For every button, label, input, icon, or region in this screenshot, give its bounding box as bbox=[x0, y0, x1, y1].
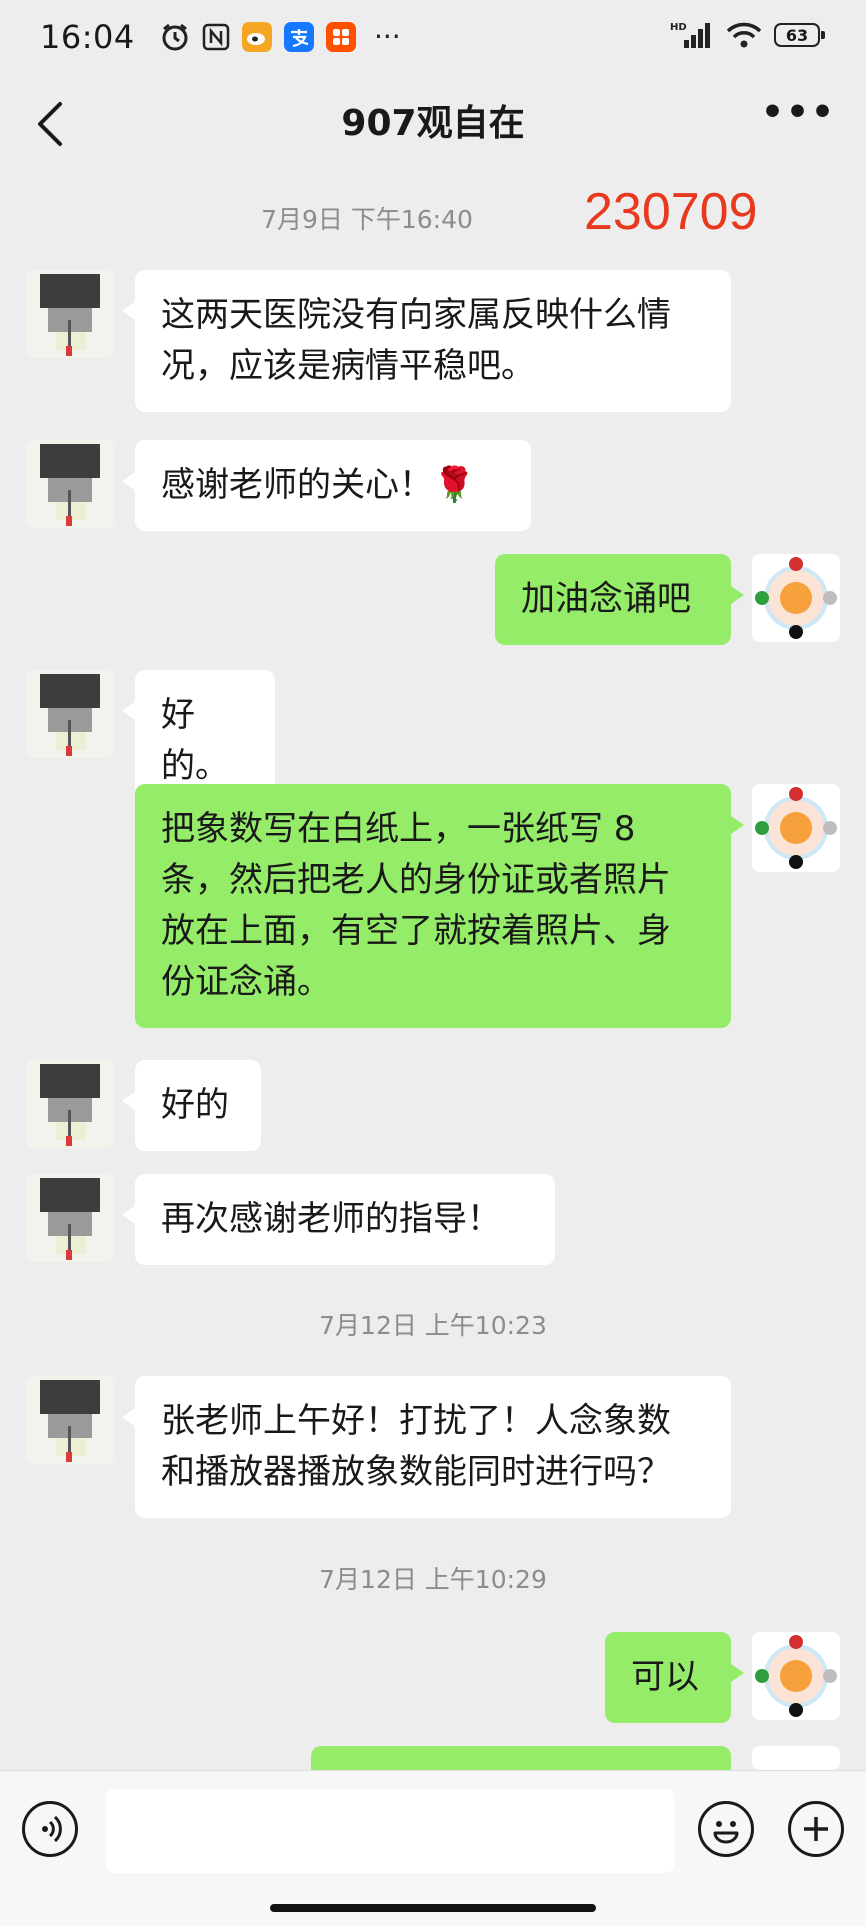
plus-icon[interactable] bbox=[788, 1801, 844, 1857]
contact-avatar[interactable] bbox=[26, 270, 114, 358]
contact-avatar[interactable] bbox=[26, 670, 114, 758]
self-avatar[interactable] bbox=[752, 784, 840, 872]
status-bar: 16:04 ··· HD 63 bbox=[0, 0, 866, 80]
message-line: 份证念诵。 bbox=[161, 962, 331, 1002]
message-text: 好的 bbox=[161, 1085, 229, 1125]
contact-avatar[interactable] bbox=[26, 440, 114, 528]
message-bubble-incoming[interactable]: 再次感谢老师的指导！ bbox=[122, 1174, 555, 1265]
signal-icon: HD bbox=[670, 22, 710, 48]
message-text: 感谢老师的关心！🌹 bbox=[161, 465, 476, 505]
voice-input-icon[interactable] bbox=[22, 1801, 78, 1857]
message-text: 加油念诵吧 bbox=[521, 579, 691, 619]
alipay-icon bbox=[284, 22, 314, 52]
date-stamp: 230709 bbox=[584, 183, 758, 241]
contact-avatar[interactable] bbox=[26, 1060, 114, 1148]
message-bubble-incoming[interactable]: 这两天医院没有向家属反映什么情 况，应该是病情平稳吧。 bbox=[122, 270, 731, 412]
alarm-icon bbox=[162, 23, 188, 51]
message-list[interactable]: 7月9日 下午16:40 230709 这两天医院没有向家属反映什么情 况，应该… bbox=[0, 170, 866, 1806]
more-dots-icon: ··· bbox=[374, 20, 401, 53]
message-line: 把象数写在白纸上，一张纸写 8 bbox=[161, 809, 636, 849]
home-indicator[interactable] bbox=[270, 1904, 596, 1912]
timestamp: 7月12日 上午10:23 bbox=[319, 1311, 547, 1340]
status-time: 16:04 bbox=[40, 18, 135, 56]
chat-title: 907观自在 bbox=[341, 103, 525, 144]
self-avatar[interactable] bbox=[752, 554, 840, 642]
message-bubble-incoming[interactable]: 好的 bbox=[122, 1060, 261, 1151]
message-text: 好的。 bbox=[161, 695, 229, 786]
emoji-icon[interactable] bbox=[698, 1801, 754, 1857]
message-text: 可以 bbox=[631, 1657, 699, 1697]
self-avatar[interactable] bbox=[752, 1632, 840, 1720]
self-avatar[interactable] bbox=[752, 1746, 840, 1770]
contact-avatar[interactable] bbox=[26, 1376, 114, 1464]
message-line: 这两天医院没有向家属反映什么情 bbox=[161, 295, 671, 335]
message-bubble-incoming[interactable]: 感谢老师的关心！🌹 bbox=[122, 440, 531, 531]
chat-header: 907观自在 ••• bbox=[0, 80, 866, 170]
more-options-icon[interactable]: ••• bbox=[761, 92, 836, 133]
message-line: 况，应该是病情平稳吧。 bbox=[161, 346, 535, 386]
message-text: 再次感谢老师的指导！ bbox=[161, 1199, 501, 1239]
message-line: 和播放器播放象数能同时进行吗？ bbox=[161, 1452, 671, 1492]
message-bubble-incoming[interactable]: 张老师上午好！打扰了！人念象数 和播放器播放象数能同时进行吗？ bbox=[122, 1376, 731, 1518]
message-input[interactable] bbox=[106, 1789, 674, 1873]
contact-avatar[interactable] bbox=[26, 1174, 114, 1262]
message-line: 条，然后把老人的身份证或者照片 bbox=[161, 860, 671, 900]
nfc-icon bbox=[202, 23, 230, 51]
message-bubble-outgoing[interactable]: 可以 bbox=[605, 1632, 744, 1723]
input-bar bbox=[0, 1770, 866, 1926]
status-system-icons: HD 63 bbox=[670, 20, 825, 50]
message-line: 张老师上午好！打扰了！人念象数 bbox=[161, 1401, 671, 1441]
message-line: 放在上面，有空了就按着照片、身 bbox=[161, 911, 671, 951]
battery-icon: 63 bbox=[774, 23, 825, 47]
taobao-icon bbox=[326, 22, 356, 52]
signal-label: HD bbox=[670, 22, 687, 33]
weibo-icon bbox=[242, 22, 272, 52]
message-bubble-outgoing[interactable]: 把象数写在白纸上，一张纸写 8 条，然后把老人的身份证或者照片 放在上面，有空了… bbox=[135, 784, 744, 1028]
battery-level: 63 bbox=[785, 25, 809, 45]
timestamp: 7月12日 上午10:29 bbox=[319, 1565, 547, 1594]
status-notification-icons: ··· bbox=[160, 22, 401, 52]
wifi-icon bbox=[726, 22, 762, 48]
message-bubble-outgoing[interactable]: 加油念诵吧 bbox=[495, 554, 744, 645]
